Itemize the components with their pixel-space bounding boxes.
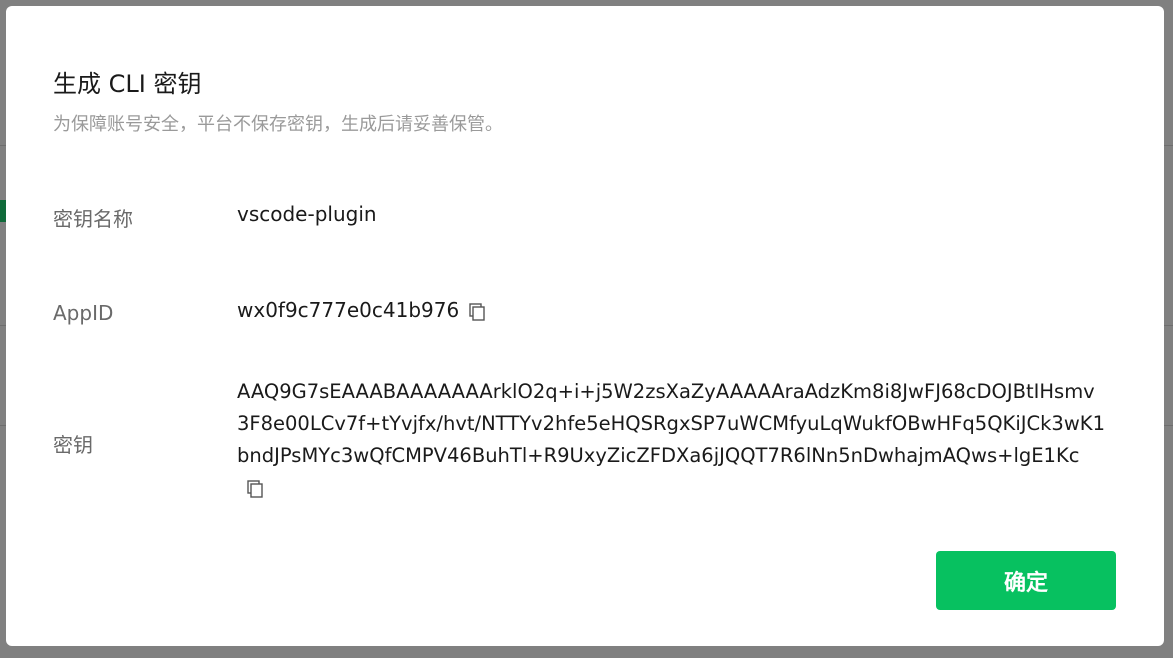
appid-label: AppID <box>53 301 114 325</box>
secret-label: 密钥 <box>53 433 93 457</box>
confirm-button[interactable]: 确定 <box>936 551 1116 610</box>
cli-key-dialog: 生成 CLI 密钥 为保障账号安全，平台不保存密钥，生成后请妥善保管。 密钥名称… <box>6 6 1164 646</box>
copy-icon[interactable] <box>467 302 487 322</box>
secret-value: AAQ9G7sEAAABAAAAAAArklO2q+i+j5W2zsXaZyAA… <box>237 380 1105 467</box>
dialog-title: 生成 CLI 密钥 <box>53 70 202 98</box>
key-name-value: vscode-plugin <box>237 202 377 226</box>
dialog-subtitle: 为保障账号安全，平台不保存密钥，生成后请妥善保管。 <box>53 114 503 135</box>
appid-row: wx0f9c777e0c41b976 <box>237 298 487 322</box>
appid-value: wx0f9c777e0c41b976 <box>237 298 460 322</box>
key-name-label: 密钥名称 <box>53 207 133 231</box>
copy-icon[interactable] <box>245 479 265 499</box>
secret-row: AAQ9G7sEAAABAAAAAAArklO2q+i+j5W2zsXaZyAA… <box>237 376 1107 504</box>
